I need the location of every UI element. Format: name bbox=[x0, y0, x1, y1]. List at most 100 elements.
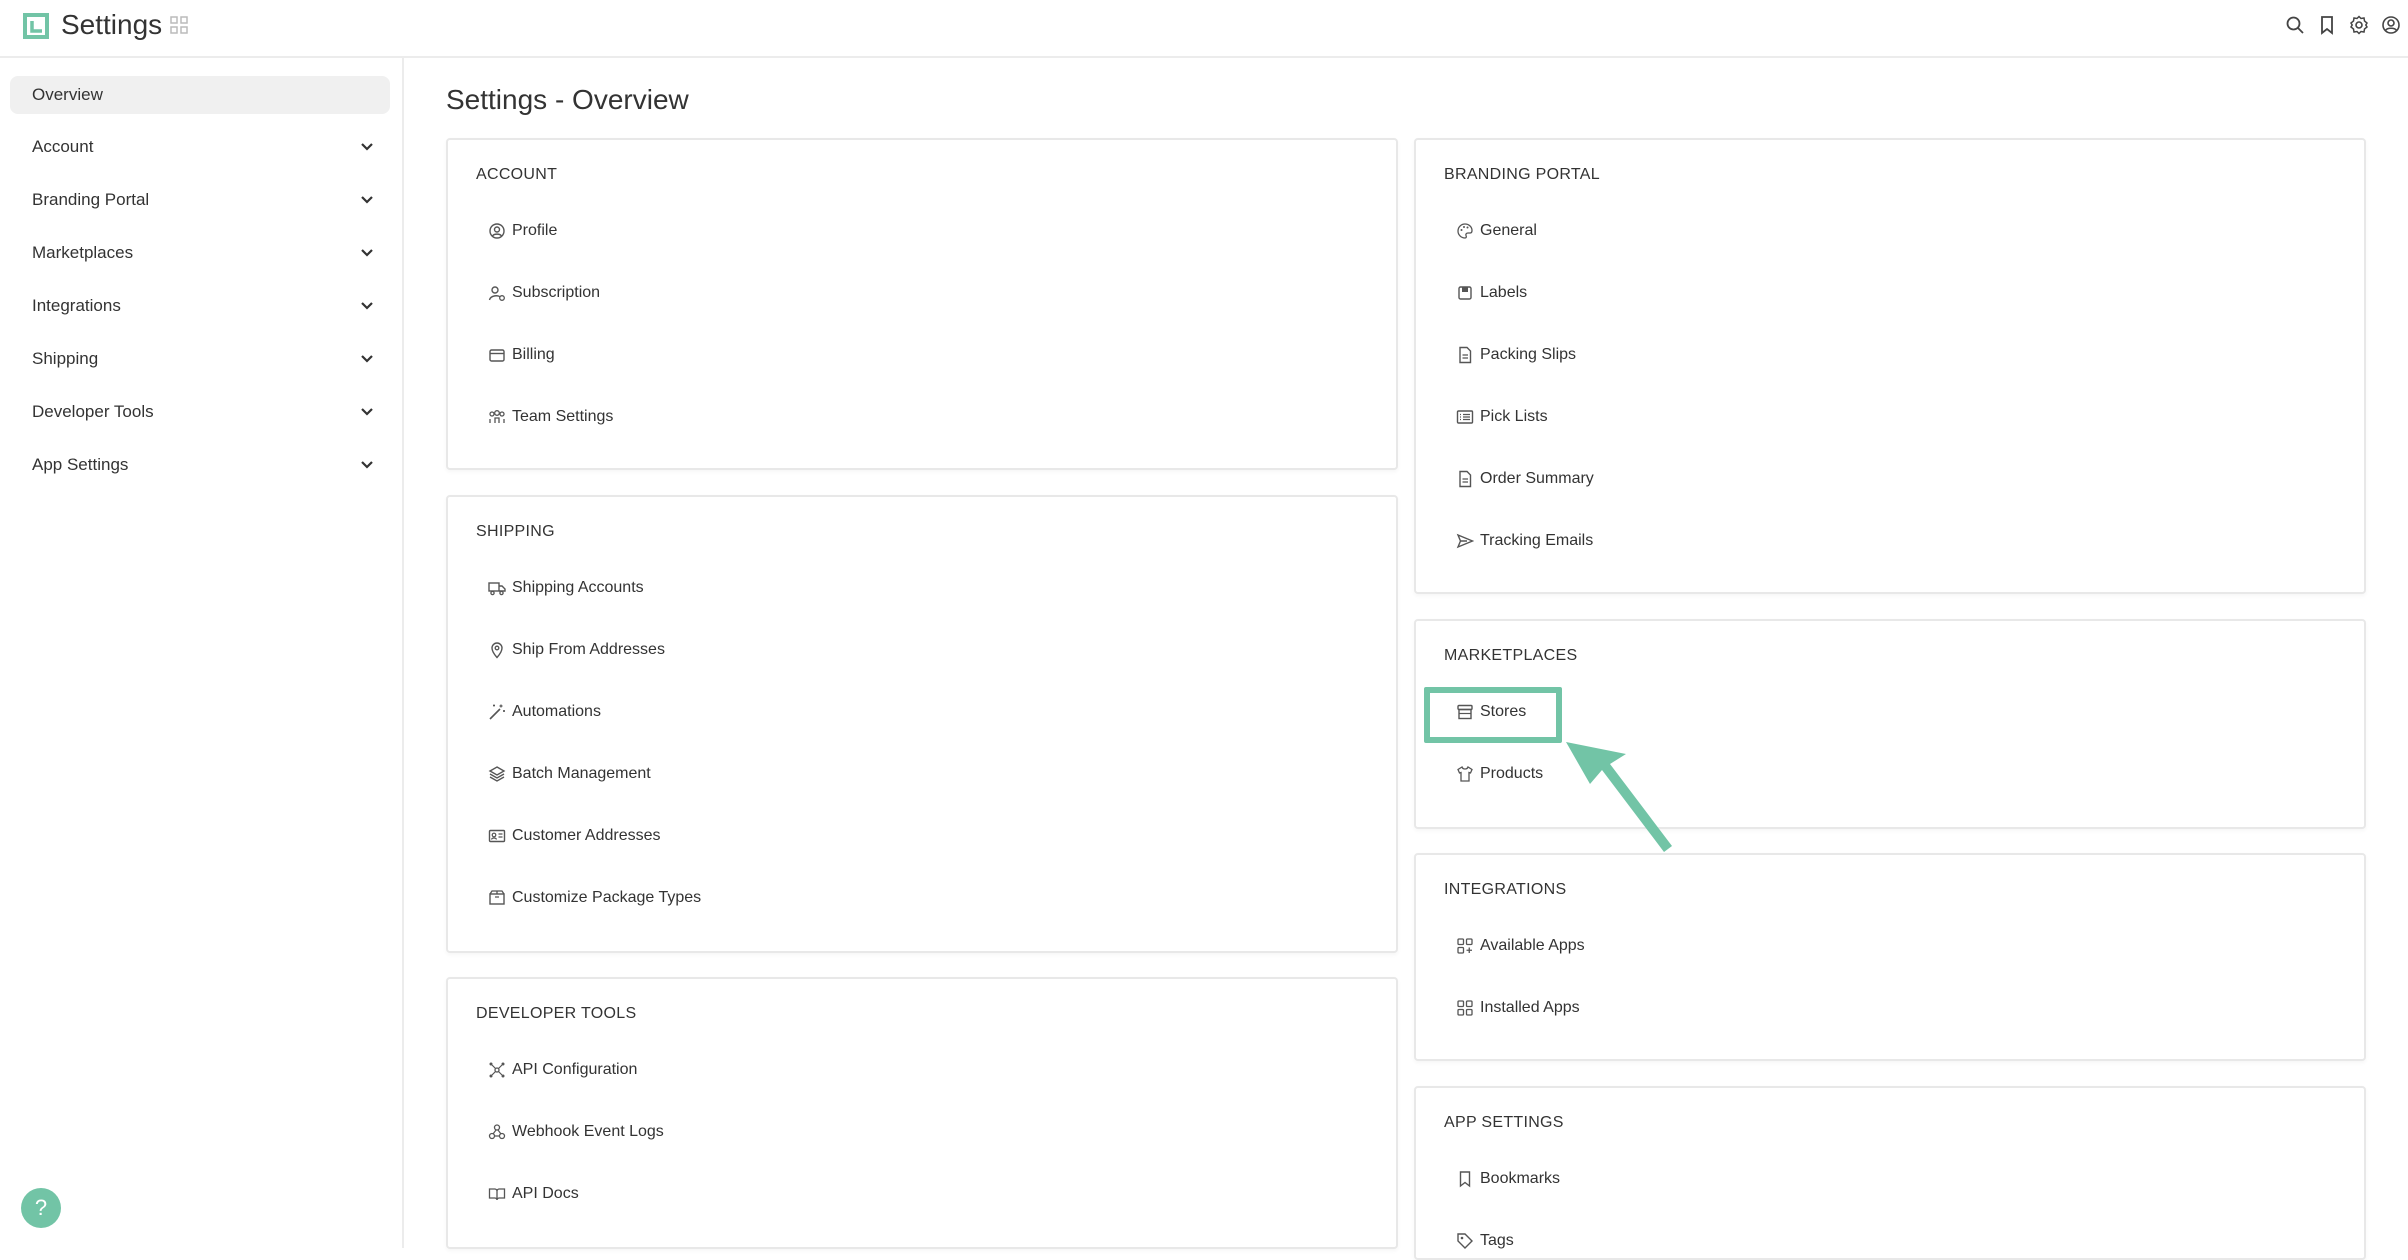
pick-lists-link[interactable]: Pick Lists bbox=[1456, 402, 1548, 432]
api-docs-link[interactable]: API Docs bbox=[488, 1179, 579, 1209]
link-label: Pick Lists bbox=[1480, 408, 1548, 425]
chevron-down-icon bbox=[361, 143, 373, 151]
app-logo-icon[interactable] bbox=[22, 12, 50, 40]
sidebar-item-integrations[interactable]: Integrations bbox=[10, 287, 390, 325]
profile-link[interactable]: Profile bbox=[488, 216, 557, 246]
chevron-down-icon bbox=[361, 355, 373, 363]
bookmark-icon[interactable] bbox=[2317, 15, 2337, 35]
api-configuration-link[interactable]: API Configuration bbox=[488, 1055, 637, 1085]
general-link[interactable]: General bbox=[1456, 216, 1537, 246]
customize-package-types-link[interactable]: Customize Package Types bbox=[488, 883, 701, 913]
wallet-icon bbox=[489, 349, 505, 362]
link-label: Ship From Addresses bbox=[512, 641, 665, 658]
link-label: Bookmarks bbox=[1480, 1170, 1561, 1187]
link-label: Shipping Accounts bbox=[512, 579, 644, 596]
packing-slips-link[interactable]: Packing Slips bbox=[1456, 340, 1576, 370]
help-icon: ? bbox=[34, 1195, 48, 1220]
sidebar-item-label: Marketplaces bbox=[32, 243, 134, 262]
send-icon bbox=[1456, 533, 1474, 549]
sidebar-item-app-settings[interactable]: App Settings bbox=[10, 446, 390, 484]
available-apps-link[interactable]: Available Apps bbox=[1456, 931, 1585, 961]
tag-icon bbox=[1457, 1233, 1473, 1249]
chevron-down-icon bbox=[361, 302, 373, 310]
chevron-down-icon bbox=[361, 461, 373, 469]
search-icon[interactable] bbox=[2285, 15, 2305, 35]
link-label: Tags bbox=[1480, 1232, 1514, 1249]
user-circle-icon bbox=[489, 223, 505, 239]
page-title: Settings - Overview bbox=[446, 84, 689, 115]
user-circle-icon[interactable] bbox=[2381, 15, 2401, 35]
link-label: Webhook Event Logs bbox=[512, 1123, 664, 1140]
sidebar-item-label: Overview bbox=[32, 85, 103, 104]
user-gear-icon bbox=[488, 286, 505, 301]
app-settings-card: APP SETTINGS Bookmarks Tags bbox=[1414, 1086, 2366, 1260]
ship-from-addresses-link[interactable]: Ship From Addresses bbox=[488, 635, 665, 665]
link-label: General bbox=[1480, 222, 1537, 239]
subscription-link[interactable]: Subscription bbox=[488, 278, 600, 308]
document-icon bbox=[1459, 470, 1472, 488]
list-icon bbox=[1456, 410, 1474, 424]
tracking-emails-link[interactable]: Tracking Emails bbox=[1456, 526, 1593, 556]
help-button[interactable]: ? bbox=[21, 1188, 61, 1228]
gear-icon[interactable] bbox=[2349, 15, 2369, 35]
batch-management-link[interactable]: Batch Management bbox=[488, 759, 651, 789]
card-title: APP SETTINGS bbox=[1444, 1114, 1564, 1131]
tags-link[interactable]: Tags bbox=[1456, 1226, 1514, 1256]
integrations-card: INTEGRATIONS Available Apps Installed Ap… bbox=[1414, 853, 2366, 1061]
team-settings-link[interactable]: Team Settings bbox=[488, 402, 613, 432]
sidebar-item-overview[interactable]: Overview bbox=[10, 76, 390, 114]
sidebar-item-developer-tools[interactable]: Developer Tools bbox=[10, 393, 390, 431]
sidebar-item-marketplaces[interactable]: Marketplaces bbox=[10, 234, 390, 272]
magic-wand-icon bbox=[489, 704, 505, 720]
developer-tools-card: DEVELOPER TOOLS API Configuration Webhoo… bbox=[446, 977, 1398, 1249]
link-label: Installed Apps bbox=[1480, 999, 1580, 1016]
link-label: API Docs bbox=[512, 1185, 579, 1202]
address-card-icon bbox=[488, 829, 506, 843]
sidebar-item-label: Developer Tools bbox=[32, 402, 154, 421]
card-title: SHIPPING bbox=[476, 523, 555, 540]
link-label: Automations bbox=[512, 703, 601, 720]
link-label: Products bbox=[1480, 765, 1544, 782]
webhook-icon bbox=[488, 1124, 506, 1140]
card-title: BRANDING PORTAL bbox=[1444, 166, 1600, 183]
billing-link[interactable]: Billing bbox=[488, 340, 555, 370]
sidebar-item-label: Integrations bbox=[32, 296, 121, 315]
link-label: Customize Package Types bbox=[512, 889, 702, 906]
order-summary-link[interactable]: Order Summary bbox=[1456, 464, 1594, 494]
grid-icon[interactable] bbox=[170, 16, 188, 34]
link-label: Billing bbox=[512, 346, 555, 363]
shipping-accounts-link[interactable]: Shipping Accounts bbox=[488, 573, 644, 603]
link-label: Order Summary bbox=[1480, 470, 1594, 487]
document-icon bbox=[1459, 346, 1472, 364]
webhook-event-logs-link[interactable]: Webhook Event Logs bbox=[488, 1117, 664, 1147]
sidebar-item-label: App Settings bbox=[32, 455, 129, 474]
package-icon bbox=[489, 890, 505, 905]
sidebar-item-label: Branding Portal bbox=[32, 190, 150, 209]
labels-link[interactable]: Labels bbox=[1456, 278, 1527, 308]
link-label: API Configuration bbox=[512, 1061, 638, 1078]
sidebar-item-branding-portal[interactable]: Branding Portal bbox=[10, 181, 390, 219]
products-link[interactable]: Products bbox=[1456, 759, 1543, 789]
customer-addresses-link[interactable]: Customer Addresses bbox=[488, 821, 661, 851]
layers-icon bbox=[488, 766, 506, 782]
automations-link[interactable]: Automations bbox=[488, 697, 601, 727]
bookmark-icon bbox=[1459, 1171, 1471, 1188]
sidebar-item-account[interactable]: Account bbox=[10, 128, 390, 166]
link-label: Customer Addresses bbox=[512, 827, 661, 844]
chevron-down-icon bbox=[361, 196, 373, 204]
card-title: ACCOUNT bbox=[476, 166, 558, 183]
apps-grid-icon bbox=[1457, 938, 1473, 954]
sidebar-item-shipping[interactable]: Shipping bbox=[10, 340, 390, 378]
card-title: DEVELOPER TOOLS bbox=[476, 1005, 637, 1022]
book-open-icon bbox=[488, 1188, 506, 1201]
shirt-icon bbox=[1457, 766, 1473, 782]
installed-apps-link[interactable]: Installed Apps bbox=[1456, 993, 1580, 1023]
sidebar-item-label: Account bbox=[32, 137, 94, 156]
chevron-down-icon bbox=[361, 249, 373, 257]
network-icon bbox=[489, 1062, 505, 1078]
pointer-arrow-icon bbox=[1566, 742, 1672, 852]
sidebar-item-label: Shipping bbox=[32, 349, 99, 368]
stores-highlight-box bbox=[1424, 687, 1562, 743]
bookmarks-link[interactable]: Bookmarks bbox=[1456, 1164, 1560, 1194]
map-pin-icon bbox=[491, 642, 503, 659]
